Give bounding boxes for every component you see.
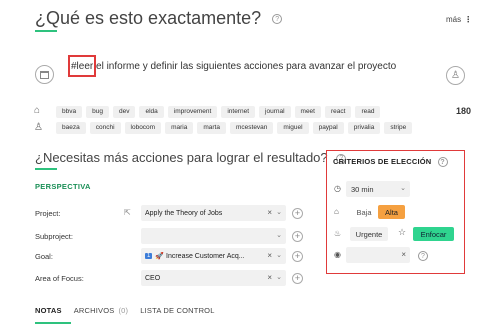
tag-chip[interactable]: internet [221, 106, 256, 118]
person-chip[interactable]: miguel [277, 122, 309, 134]
next-actions-underline [35, 168, 57, 170]
tab-notes[interactable]: NOTAS [35, 306, 62, 315]
more-menu-button[interactable]: más ⋮ [446, 15, 472, 24]
tag-chip[interactable]: improvement [167, 106, 218, 118]
tag-chip[interactable]: bbva [56, 106, 83, 118]
focus-button[interactable]: Enfocar [413, 227, 454, 241]
help-icon[interactable]: ? [272, 14, 283, 25]
add-goal-button[interactable]: + [292, 251, 303, 262]
project-label: Project: [35, 209, 61, 218]
action-description: el informe y definir las siguientes acci… [93, 61, 397, 72]
chevron-down-icon[interactable]: ⌄ [400, 184, 406, 192]
clear-icon[interactable]: × [267, 208, 272, 217]
time-value: 30 min [351, 184, 374, 194]
tab-label: NOTAS [35, 306, 62, 315]
subproject-select[interactable]: ⌄ [141, 228, 286, 244]
criteria-title-text: CRITERIOS DE ELECCIÓN [333, 157, 432, 166]
tab-label: LISTA DE CONTROL [140, 306, 215, 315]
perspective-label: PERSPECTIVA [35, 182, 91, 191]
next-actions-title: ¿Necesitas más acciones para lograr el r… [35, 150, 347, 165]
goal-badge: 1 [145, 253, 153, 259]
add-project-button[interactable]: + [292, 208, 303, 219]
tag-chip[interactable]: dev [112, 106, 136, 118]
calendar-icon[interactable] [35, 65, 54, 84]
tag-chip[interactable]: react [324, 106, 352, 118]
goal-label: Goal: [35, 252, 53, 261]
page-title: ¿Qué es esto exactamente? ? [35, 8, 283, 29]
goal-select[interactable]: 1 🚀 Increase Customer Acq... × ⌄ [141, 248, 286, 264]
clear-icon[interactable]: × [401, 250, 406, 259]
clock-icon: ◷ [334, 184, 341, 193]
area-select[interactable]: CEO × ⌄ [141, 270, 286, 286]
title-underline [35, 30, 57, 32]
fire-icon: ♨ [334, 229, 342, 238]
area-label: Area of Focus: [35, 274, 84, 283]
help-icon[interactable]: ? [437, 157, 448, 168]
tab-files[interactable]: ARCHIVOS (0) [74, 306, 129, 315]
context-select[interactable]: × [346, 247, 410, 263]
tag-chip[interactable]: bug [86, 106, 109, 118]
add-subproject-button[interactable]: + [292, 231, 303, 242]
tag-chip[interactable]: journal [259, 106, 291, 118]
user-icon: ♙ [34, 122, 43, 133]
clear-icon[interactable]: × [267, 273, 272, 282]
person-chip[interactable]: paypal [312, 122, 344, 134]
tag-chip[interactable]: read [355, 106, 381, 118]
urgent-button[interactable]: Urgente [350, 227, 388, 241]
help-icon[interactable]: ? [418, 251, 428, 261]
chevron-down-icon[interactable]: ⌄ [276, 251, 282, 259]
tag-chip[interactable]: meet [294, 106, 321, 118]
person-chip[interactable]: marta [197, 122, 226, 134]
criteria-title: CRITERIOS DE ELECCIÓN ? [333, 157, 448, 168]
bottom-tabs: NOTAS ARCHIVOS (0) LISTA DE CONTROL [35, 306, 215, 315]
person-chip[interactable]: maria [165, 122, 194, 134]
project-value: Apply the Theory of Jobs [145, 209, 223, 217]
star-icon[interactable]: ☆ [398, 227, 406, 238]
action-text[interactable]: #leer el informe y definir las siguiente… [71, 61, 396, 72]
tag-chip[interactable]: elda [139, 106, 164, 118]
tab-checklist[interactable]: LISTA DE CONTROL [140, 306, 214, 315]
people-list: baeza conchi lobocom maria marta mcestev… [56, 122, 413, 134]
person-chip[interactable]: privalia [347, 122, 381, 134]
person-chip[interactable]: stripe [384, 122, 413, 134]
project-select[interactable]: Apply the Theory of Jobs × ⌄ [141, 205, 286, 221]
energy-low-button[interactable]: Baja [352, 205, 376, 219]
page-title-text: ¿Qué es esto exactamente? [35, 8, 262, 28]
energy-high-button[interactable]: Alta [378, 205, 405, 219]
tab-label: ARCHIVOS [73, 306, 115, 315]
subproject-label: Subproject: [35, 232, 73, 241]
person-chip[interactable]: baeza [56, 122, 86, 134]
goal-value: 🚀 Increase Customer Acq... [155, 253, 245, 260]
person-chip[interactable]: mcestevan [229, 122, 274, 134]
external-link-icon[interactable]: ⇱ [124, 208, 131, 217]
delegate-icon[interactable]: ♙ [446, 66, 465, 85]
area-value: CEO [145, 274, 161, 282]
active-tab-underline [35, 322, 71, 324]
kebab-icon: ⋮ [464, 15, 473, 24]
add-area-button[interactable]: + [292, 273, 303, 284]
clear-icon[interactable]: × [267, 251, 272, 260]
context-icon: ◉ [334, 250, 341, 259]
chevron-down-icon[interactable]: ⌄ [276, 273, 282, 281]
tags-list: bbva bug dev elda improvement internet j… [56, 106, 381, 118]
next-actions-title-text: ¿Necesitas más acciones para lograr el r… [35, 150, 328, 165]
energy-icon: ⌂ [334, 207, 339, 216]
tags-count: 180 [456, 106, 472, 116]
action-hashtag: #leer [71, 61, 94, 72]
person-chip[interactable]: lobocom [124, 122, 162, 134]
chevron-down-icon[interactable]: ⌄ [276, 208, 282, 216]
chevron-down-icon[interactable]: ⌄ [276, 231, 282, 239]
person-chip[interactable]: conchi [89, 122, 121, 134]
tab-count: (0) [118, 306, 129, 315]
tag-icon: ⌂ [34, 105, 41, 116]
time-select[interactable]: 30 min ⌄ [346, 181, 410, 197]
more-label: más [446, 15, 462, 24]
